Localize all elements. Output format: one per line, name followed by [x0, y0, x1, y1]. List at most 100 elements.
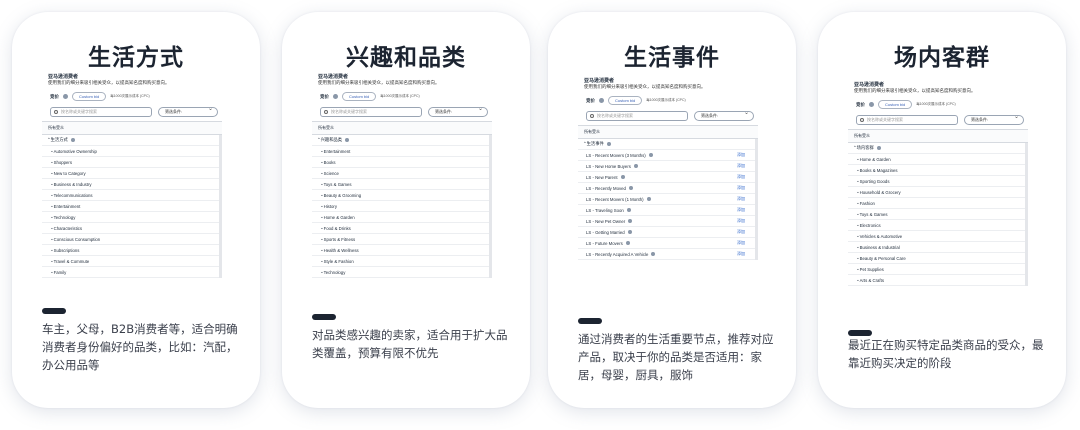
- info-icon: [869, 102, 874, 107]
- list-item[interactable]: ⌄ Subscriptions: [42, 245, 219, 256]
- list-item[interactable]: ⌄ Home & Garden: [848, 154, 1025, 165]
- audience-screenshot: 亚马逊消费者 使用我们的细分来吸引相关受众，以提高知名度和购买意向。 竞价 Custo…: [312, 72, 492, 278]
- list-item-label: Conscious Consumption: [53, 236, 101, 242]
- add-link[interactable]: 添加: [737, 207, 745, 213]
- list-item[interactable]: ⌄ Characteristics: [42, 223, 219, 234]
- list-item[interactable]: ⌄ Fashion: [848, 198, 1025, 209]
- list-item[interactable]: LS - Recently Moved 添加: [578, 183, 755, 194]
- list-item[interactable]: ⌄ Entertainment: [312, 146, 489, 157]
- section-label: 所有受众: [848, 129, 1028, 143]
- dash-marker: [312, 314, 336, 320]
- list-item[interactable]: LS - Recent Movers (1 Month) 添加: [578, 194, 755, 205]
- bid-row: 竞价 Custom bid 每1000次展示成本 (CPC): [848, 94, 1028, 113]
- info-icon: [63, 94, 68, 99]
- add-link[interactable]: 添加: [737, 196, 745, 202]
- list-item[interactable]: LS - New Parent 添加: [578, 172, 755, 183]
- list-item[interactable]: ⌄ Shoppers: [42, 157, 219, 168]
- list-item[interactable]: LS - Recently Acquired A Vehicle 添加: [578, 249, 755, 260]
- list-item[interactable]: ⌄ Travel & Commute: [42, 256, 219, 267]
- list-item[interactable]: ⌄ Books & Magazines: [848, 165, 1025, 176]
- filter-dropdown[interactable]: 筛选条件:: [694, 109, 754, 121]
- info-icon: [626, 208, 631, 212]
- search-placeholder: 按名称或关键字搜索: [61, 109, 97, 114]
- list-item[interactable]: ⌄ Home & Garden: [312, 212, 489, 223]
- list-item[interactable]: LS - New Home Buyers 添加: [578, 161, 755, 172]
- list-item-label: Home & Garden: [859, 156, 891, 162]
- list-item[interactable]: ⌄ Telecommunications: [42, 190, 219, 201]
- list-item[interactable]: ⌄ New to Category: [42, 168, 219, 179]
- list-item[interactable]: ⌄ Style & Fashion: [312, 256, 489, 267]
- info-icon: [628, 186, 633, 190]
- add-link[interactable]: 添加: [737, 251, 745, 257]
- list-item[interactable]: ⌄ Sports & Fitness: [312, 234, 489, 245]
- list-item[interactable]: ⌄ Technology: [312, 267, 489, 278]
- shot-header: 亚马逊消费者 使用我们的细分来吸引相关受众，以提高知名度和购买意向。: [312, 72, 492, 86]
- list-item[interactable]: ⌄ Technology: [42, 212, 219, 223]
- list-item[interactable]: ⌄ Entertainment: [42, 201, 219, 212]
- list-item[interactable]: ⌄ Food & Drinks: [312, 223, 489, 234]
- add-link[interactable]: 添加: [737, 152, 745, 158]
- list-item[interactable]: LS - Future Movers 添加: [578, 238, 755, 249]
- search-input[interactable]: 按名称或关键字搜索: [856, 115, 958, 125]
- list-parent[interactable]: ⌃ 生活方式: [42, 135, 219, 146]
- list-item[interactable]: ⌄ Family: [42, 267, 219, 278]
- list-item-label: Science: [323, 170, 339, 176]
- list-item[interactable]: ⌄ Toys & Games: [848, 209, 1025, 220]
- list-item[interactable]: ⌄ Toys & Games: [312, 179, 489, 190]
- card-description: 对品类感兴趣的卖家，适合用于扩大品类覆盖，预算有限不优先: [312, 328, 508, 360]
- add-link[interactable]: 添加: [737, 218, 745, 224]
- info-icon: [648, 153, 653, 157]
- list-item[interactable]: ⌄ Business & Industry: [42, 179, 219, 190]
- filter-dropdown[interactable]: 筛选条件:: [158, 105, 218, 117]
- list-item-label: Subscriptions: [53, 247, 80, 253]
- list-item[interactable]: ⌄ Arts & Crafts: [848, 275, 1025, 286]
- list-item[interactable]: ⌄ Sporting Goods: [848, 176, 1025, 187]
- list-item[interactable]: LS - Getting Married 添加: [578, 227, 755, 238]
- search-input[interactable]: 按名称或关键字搜索: [320, 107, 422, 117]
- bid-row: 竞价 Custom bid 每1000次展示成本 (CPC): [578, 90, 758, 109]
- search-input[interactable]: 按名称或关键字搜索: [586, 111, 688, 121]
- list-item[interactable]: ⌄ Vehicles & Automotive: [848, 231, 1025, 242]
- search-placeholder: 按名称或关键字搜索: [597, 113, 633, 118]
- add-link[interactable]: 添加: [737, 229, 745, 235]
- list-item[interactable]: ⌄ Business & Industrial: [848, 242, 1025, 253]
- list-item[interactable]: ⌄ Electronics: [848, 220, 1025, 231]
- list-item-label: Arts & Crafts: [859, 277, 884, 283]
- card-title: 场内客群: [894, 45, 990, 71]
- list-parent[interactable]: ⌃ 兴趣和品类: [312, 135, 489, 146]
- bid-note: 每1000次展示成本 (CPC): [916, 102, 956, 106]
- info-icon: [606, 142, 611, 146]
- bid-select[interactable]: Custom bid: [608, 96, 643, 105]
- add-link[interactable]: 添加: [737, 185, 745, 191]
- list-parent[interactable]: ⌃ 场内客群: [848, 143, 1025, 154]
- list-item-label: LS - Recently Moved: [586, 185, 626, 191]
- list-item[interactable]: ⌄ Household & Grocery: [848, 187, 1025, 198]
- list-item[interactable]: ⌄ Books: [312, 157, 489, 168]
- bid-select[interactable]: Custom bid: [72, 92, 107, 101]
- filter-dropdown[interactable]: 筛选条件:: [428, 105, 488, 117]
- list-item[interactable]: ⌄ Beauty & Personal Care: [848, 253, 1025, 264]
- add-link[interactable]: 添加: [737, 240, 745, 246]
- list-item[interactable]: ⌄ Pet Supplies: [848, 264, 1025, 275]
- list-item[interactable]: ⌄ Automotive Ownership: [42, 146, 219, 157]
- list-item[interactable]: ⌄ Health & Wellness: [312, 245, 489, 256]
- bid-note: 每1000次展示成本 (CPC): [380, 94, 420, 98]
- list-item[interactable]: LS - New Pet Owner 添加: [578, 216, 755, 227]
- dash-marker: [578, 318, 602, 324]
- list-item-label: Technology: [53, 214, 76, 220]
- list-item-label: Business & Industrial: [859, 244, 900, 250]
- list-item[interactable]: ⌄ Conscious Consumption: [42, 234, 219, 245]
- add-link[interactable]: 添加: [737, 174, 745, 180]
- list-parent-label: 生活方式: [50, 137, 68, 142]
- list-parent[interactable]: ⌃ 生活事件: [578, 139, 755, 150]
- bid-select[interactable]: Custom bid: [342, 92, 377, 101]
- add-link[interactable]: 添加: [737, 163, 745, 169]
- list-item[interactable]: LS - Recent Movers (3 Months) 添加: [578, 150, 755, 161]
- bid-select[interactable]: Custom bid: [878, 100, 913, 109]
- list-item[interactable]: LS - Traveling Soon 添加: [578, 205, 755, 216]
- search-input[interactable]: 按名称或关键字搜索: [50, 107, 152, 117]
- list-item[interactable]: ⌄ Beauty & Grooming: [312, 190, 489, 201]
- list-item[interactable]: ⌄ History: [312, 201, 489, 212]
- filter-dropdown[interactable]: 筛选条件:: [964, 113, 1024, 125]
- list-item[interactable]: ⌄ Science: [312, 168, 489, 179]
